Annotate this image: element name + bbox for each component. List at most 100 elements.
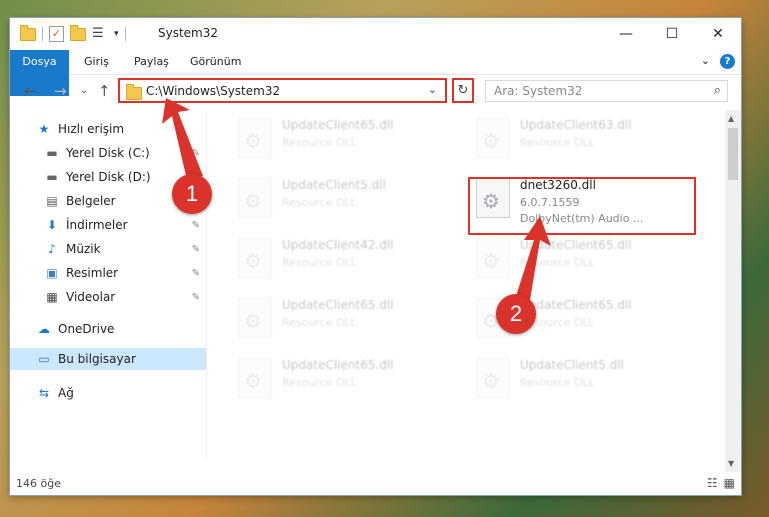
file-name: UpdateClient63.dll bbox=[520, 118, 632, 132]
dll-file-icon bbox=[238, 298, 272, 338]
search-input[interactable]: Ara: System32 ⌕ bbox=[485, 80, 728, 102]
details-view-icon[interactable]: ☷ bbox=[707, 476, 718, 490]
navigation-row: ← → ⌄ ↑ C:\Windows\System32 ⌄ ↻ Ara: Sys… bbox=[10, 76, 741, 108]
vertical-scrollbar[interactable]: ▲ ▼ bbox=[725, 110, 741, 472]
sidebar-item-label: Müzik bbox=[66, 242, 101, 256]
search-placeholder: Ara: System32 bbox=[494, 84, 583, 98]
title-bar: ✓ ☰ ▾ System32 — ☐ ✕ bbox=[10, 18, 741, 50]
file-name: UpdateClient65.dll bbox=[282, 298, 394, 312]
scroll-down-icon[interactable]: ▼ bbox=[728, 459, 734, 468]
sidebar-item-pictures[interactable]: ▣ Resimler ✎ bbox=[44, 262, 206, 284]
sidebar-item-label: Yerel Disk (C:) bbox=[66, 146, 150, 160]
minimize-button[interactable]: — bbox=[603, 18, 649, 50]
star-icon: ★ bbox=[38, 122, 50, 136]
up-button[interactable]: ↑ bbox=[98, 82, 111, 100]
file-item[interactable]: UpdateClient65.dll Resource DLL bbox=[232, 296, 462, 342]
sidebar-item-this-pc[interactable]: ▭ Bu bilgisayar bbox=[10, 348, 206, 370]
pictures-icon: ▣ bbox=[46, 266, 58, 280]
drive-icon: ▬ bbox=[46, 146, 58, 160]
scroll-up-icon[interactable]: ▲ bbox=[728, 114, 734, 123]
sidebar-item-label: OneDrive bbox=[58, 322, 115, 336]
dll-file-icon bbox=[238, 118, 272, 158]
pin-icon: ✎ bbox=[191, 267, 200, 279]
sidebar-item-label: Ağ bbox=[58, 386, 74, 400]
expand-ribbon-icon[interactable]: ⌄ bbox=[701, 54, 710, 69]
documents-icon: ▤ bbox=[46, 194, 58, 208]
step-1-badge: 1 bbox=[172, 174, 212, 214]
file-item[interactable]: UpdateClient65.dll Resource DLL bbox=[470, 236, 700, 282]
file-name: UpdateClient5.dll bbox=[282, 178, 386, 192]
qat-dropdown-icon[interactable]: ▾ bbox=[114, 29, 119, 39]
status-bar: 146 öğe ☷ ▦ bbox=[10, 472, 741, 495]
folder-icon bbox=[126, 84, 142, 100]
customize-list-icon[interactable]: ☰ bbox=[92, 27, 108, 40]
file-name: UpdateClient5.dll bbox=[520, 358, 624, 372]
tab-view[interactable]: Görünüm bbox=[190, 50, 241, 74]
file-item[interactable]: UpdateClient65.dll Resource DLL bbox=[232, 116, 462, 162]
file-description: Resource DLL bbox=[282, 316, 357, 329]
scroll-thumb[interactable] bbox=[728, 128, 738, 180]
dll-file-icon bbox=[476, 358, 510, 398]
address-dropdown-icon[interactable]: ⌄ bbox=[428, 83, 437, 96]
ribbon-tabs: Dosya Giriş Paylaş Görünüm ⌄ ? bbox=[10, 50, 741, 96]
divider bbox=[124, 27, 126, 41]
file-description: Resource DLL bbox=[520, 256, 595, 269]
refresh-button[interactable]: ↻ bbox=[452, 78, 474, 103]
sidebar-item-label: Yerel Disk (D:) bbox=[66, 170, 151, 184]
sidebar-item-label: Hızlı erişim bbox=[58, 122, 125, 136]
file-item[interactable]: UpdateClient5.dll Resource DLL bbox=[470, 356, 700, 402]
pin-icon: ✎ bbox=[191, 291, 200, 303]
help-icon[interactable]: ? bbox=[720, 54, 735, 69]
file-description: Resource DLL bbox=[520, 376, 595, 389]
new-folder-icon[interactable] bbox=[70, 24, 86, 41]
file-name: UpdateClient65.dll bbox=[520, 238, 632, 252]
pin-icon: ✎ bbox=[191, 147, 200, 159]
file-item[interactable]: UpdateClient63.dll Resource DLL bbox=[470, 116, 700, 162]
navigation-pane: ★ Hızlı erişim ▬ Yerel Disk (C:) ✎ ▬ Yer… bbox=[10, 112, 206, 457]
cloud-icon: ☁ bbox=[38, 322, 50, 336]
address-bar[interactable]: C:\Windows\System32 ⌄ bbox=[118, 78, 447, 103]
drive-icon: ▬ bbox=[46, 170, 58, 184]
music-icon: ♪ bbox=[48, 242, 56, 256]
highlight-box bbox=[468, 177, 696, 235]
file-explorer-window: ✓ ☰ ▾ System32 — ☐ ✕ Dosya Giriş Paylaş … bbox=[10, 18, 741, 495]
large-icons-view-icon[interactable]: ▦ bbox=[724, 476, 735, 490]
recent-locations-icon[interactable]: ⌄ bbox=[80, 85, 88, 96]
sidebar-item-label: Resimler bbox=[66, 266, 119, 280]
tab-share[interactable]: Paylaş bbox=[134, 50, 169, 74]
sidebar-item-network[interactable]: ⇆ Ağ bbox=[36, 382, 206, 404]
maximize-button[interactable]: ☐ bbox=[649, 18, 695, 50]
sidebar-item-onedrive[interactable]: ☁ OneDrive bbox=[36, 318, 206, 340]
file-name: UpdateClient65.dll bbox=[520, 298, 632, 312]
sidebar-item-downloads[interactable]: ⬇ İndirmeler ✎ bbox=[44, 214, 206, 236]
back-button[interactable]: ← bbox=[24, 82, 37, 100]
sidebar-item-music[interactable]: ♪ Müzik ✎ bbox=[44, 238, 206, 260]
file-item[interactable]: UpdateClient42.dll Resource DLL bbox=[232, 236, 462, 282]
file-list: UpdateClient65.dll Resource DLL UpdateCl… bbox=[210, 112, 725, 457]
sidebar-item-videos[interactable]: ▦ Videolar ✎ bbox=[44, 286, 206, 308]
quick-access-toolbar: ✓ ☰ ▾ bbox=[20, 24, 126, 42]
download-icon: ⬇ bbox=[46, 218, 58, 232]
file-description: Resource DLL bbox=[282, 376, 357, 389]
properties-check-icon[interactable]: ✓ bbox=[49, 26, 64, 42]
file-item[interactable]: UpdateClient65.dll Resource DLL bbox=[232, 356, 462, 402]
dll-file-icon bbox=[476, 238, 510, 278]
dll-file-icon bbox=[238, 358, 272, 398]
search-icon[interactable]: ⌕ bbox=[714, 83, 721, 98]
pane-divider bbox=[206, 110, 207, 459]
file-item[interactable]: UpdateClient5.dll Resource DLL bbox=[232, 176, 462, 222]
tab-home[interactable]: Giriş bbox=[84, 50, 109, 74]
close-button[interactable]: ✕ bbox=[695, 18, 741, 50]
folder-icon bbox=[20, 24, 36, 41]
step-2-badge: 2 bbox=[496, 294, 536, 334]
pin-icon: ✎ bbox=[191, 243, 200, 255]
file-description: Resource DLL bbox=[520, 136, 595, 149]
sidebar-item-label: Videolar bbox=[66, 290, 116, 304]
forward-button[interactable]: → bbox=[54, 82, 67, 100]
pin-icon: ✎ bbox=[191, 219, 200, 231]
videos-icon: ▦ bbox=[46, 290, 58, 304]
network-icon: ⇆ bbox=[38, 386, 50, 400]
sidebar-item-local-disk-c[interactable]: ▬ Yerel Disk (C:) ✎ bbox=[44, 142, 206, 164]
sidebar-item-quick-access[interactable]: ★ Hızlı erişim bbox=[36, 118, 206, 140]
address-path[interactable]: C:\Windows\System32 bbox=[146, 84, 280, 98]
